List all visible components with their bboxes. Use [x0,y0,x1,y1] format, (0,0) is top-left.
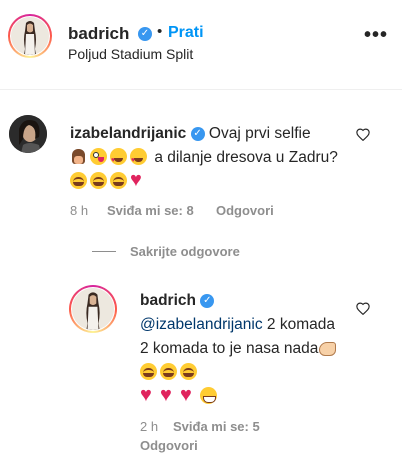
joy-emoji-icon [70,172,87,189]
reply-likes[interactable]: Sviđa mi se: 5 [173,419,260,434]
verified-badge-icon: ✓ [200,293,215,308]
hide-replies-label: Sakrijte odgovore [130,244,240,259]
joy-emoji-icon [140,363,157,380]
reply-profile-photo [72,288,114,330]
post-header: badrich ✓ • Prati Poljud Stadium Split •… [0,0,402,90]
divider-line [92,251,116,252]
zany-face-emoji-icon [90,148,107,165]
post-username[interactable]: badrich [68,24,129,44]
grinning-emoji-icon [200,387,217,404]
comment-time: 8 h [70,203,89,218]
heart-eyes-emoji-icon [110,148,127,173]
reply-username[interactable]: badrich [140,292,196,309]
reply-time: 2 h [140,419,159,434]
separator-dot: • [157,23,163,40]
joy-emoji-icon [160,363,177,380]
reply-reply-button[interactable]: Odgovori [140,438,198,453]
comment-reply-button[interactable]: Odgovori [216,203,274,218]
like-heart-icon[interactable] [356,302,370,315]
comment-text-part2: a dilanje dresova u Zadru? [154,149,338,166]
red-heart-emoji-icon [180,383,197,407]
more-options-icon[interactable]: ••• [364,24,388,47]
post-location[interactable]: Poljud Stadium Split [68,46,193,62]
red-heart-emoji-icon [130,168,147,192]
comment-likes[interactable]: Sviđa mi se: 8 [107,203,194,218]
heart-eyes-emoji-icon [130,148,147,173]
follow-button[interactable]: Prati [168,24,204,42]
profile-photo [11,17,49,55]
joy-emoji-icon [110,172,127,189]
like-heart-icon[interactable] [356,128,370,141]
reply-mention-link[interactable]: @izabelandrijanic [140,316,263,333]
flexed-biceps-emoji-icon [318,339,337,356]
red-heart-emoji-icon [160,383,177,407]
reply-body: badrich ✓ @izabelandrijanic 2 komada 2 k… [140,289,345,409]
joy-emoji-icon [180,363,197,380]
comment-body: izabelandrijanic ✓ Ovaj prvi selfie a di… [70,122,355,194]
commenter-username[interactable]: izabelandrijanic [70,125,186,142]
verified-badge-icon: ✓ [190,126,205,141]
reply-avatar[interactable] [69,285,117,333]
joy-emoji-icon [90,172,107,189]
raised-hands-emoji-icon [70,148,87,165]
red-heart-emoji-icon [140,383,157,407]
verified-badge-icon: ✓ [138,27,152,41]
profile-avatar[interactable] [8,14,52,58]
comment-text-part1: Ovaj prvi selfie [208,125,311,142]
hide-replies-toggle[interactable]: Sakrijte odgovore [92,244,240,259]
commenter-avatar[interactable] [9,115,47,153]
